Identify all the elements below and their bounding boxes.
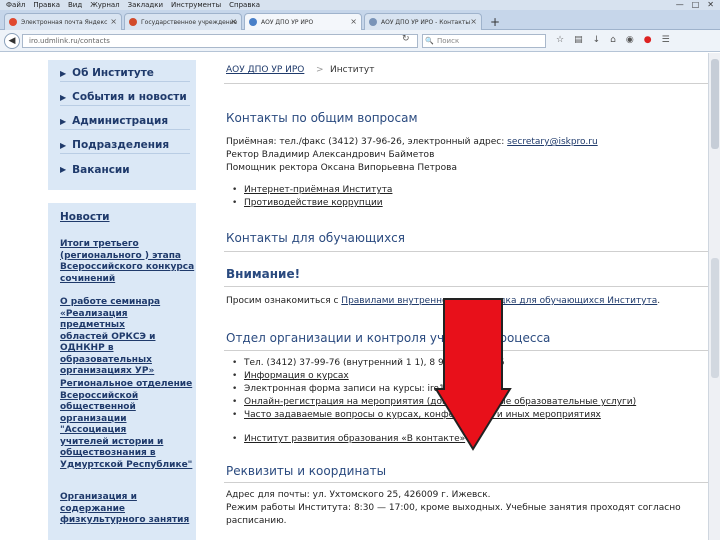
menu-view[interactable]: Вид — [68, 1, 82, 9]
window-controls: — □ ✕ — [676, 0, 714, 9]
menu-bookmarks[interactable]: Закладки — [128, 1, 163, 9]
menu-tools[interactable]: Инструменты — [171, 1, 221, 9]
sidebar-menu: ▶ Об Институте ▶ События и новости ▶ Админи… — [48, 60, 196, 190]
site-favicon-icon — [369, 18, 377, 26]
back-icon[interactable]: ◀ — [4, 33, 20, 49]
site-favicon-icon — [129, 18, 137, 26]
firefox-icon — [9, 18, 17, 26]
news-title[interactable]: Новости — [60, 211, 110, 223]
browser-window: Файл Правка Вид Журнал Закладки Инструме… — [0, 0, 720, 540]
arrow-right-icon: ▶ — [60, 92, 67, 102]
tab-close-icon[interactable]: × — [230, 17, 237, 26]
news-item[interactable]: Региональное отделение Всероссийской общ… — [60, 379, 195, 471]
navigation-toolbar: ◀ iro.udmlink.ru/contacts ↻ Поиск ☆ ▤ ↓ … — [0, 30, 720, 52]
maximize-icon[interactable]: □ — [692, 0, 700, 9]
postal-address: Адрес для почты: ул. Ухтомского 25, 4260… — [226, 490, 491, 500]
news-panel: Новости Итоги третьего (регионального ) … — [48, 203, 196, 540]
sidebar-item-label: Об Институте — [72, 67, 154, 79]
home-icon[interactable]: ⌂ — [610, 35, 616, 45]
sidebar-item-about[interactable]: ▶ Об Институте — [60, 65, 190, 82]
sidebar-item-label: События и новости — [72, 91, 187, 103]
tab-iro[interactable]: АОУ ДПО УР ИРО × — [244, 13, 362, 30]
tab-gov[interactable]: Государственное учреждение × — [124, 13, 242, 30]
news-item[interactable]: Организация и содержание физкультурного … — [60, 492, 195, 527]
sidebar-item-administration[interactable]: ▶ Администрация — [60, 113, 190, 130]
sidebar-item-vacancies[interactable]: ▶ Вакансии — [60, 161, 190, 178]
tab-label: АОУ ДПО УР ИРО — [261, 18, 314, 26]
news-item[interactable]: Итоги третьего (регионального ) этапа Вс… — [60, 239, 195, 285]
sidebar-item-departments[interactable]: ▶ Подразделения — [60, 137, 190, 154]
url-input[interactable]: iro.udmlink.ru/contacts — [22, 34, 418, 48]
menu-edit[interactable]: Правка — [33, 1, 60, 9]
assistant-text: Помощник ректора Оксана Випорьевна Петро… — [226, 163, 457, 173]
tab-iro-contacts[interactable]: АОУ ДПО УР ИРО - Контакты × — [364, 13, 482, 30]
arrow-right-icon: ▶ — [60, 140, 67, 150]
arrow-right-icon: ▶ — [60, 116, 67, 126]
tab-close-icon[interactable]: × — [350, 17, 357, 26]
breadcrumb-home[interactable]: АОУ ДПО УР ИРО — [226, 65, 304, 75]
internet-reception-link[interactable]: Интернет-приёмная Института — [232, 185, 392, 195]
breadcrumb-current: Институт — [330, 65, 375, 75]
reception-text: Приёмная: тел./факс (3412) 37-96-26, эле… — [226, 137, 598, 147]
close-window-icon[interactable]: ✕ — [707, 0, 714, 9]
download-icon[interactable]: ↓ — [593, 35, 601, 45]
tab-close-icon[interactable]: × — [470, 17, 477, 26]
minimize-icon[interactable]: — — [676, 0, 684, 9]
divider — [224, 286, 708, 287]
section-title-requisites: Реквизиты и координаты — [226, 464, 387, 478]
site-favicon-icon — [249, 18, 257, 26]
news-item[interactable]: О работе семинара «Реализация предметных… — [60, 297, 195, 378]
tab-label: Государственное учреждение — [141, 18, 238, 26]
tab-bar: Электронная почта Яндекс × Государственн… — [0, 10, 720, 30]
menu-icon[interactable]: ☰ — [662, 35, 670, 45]
divider — [224, 251, 708, 252]
search-input[interactable]: Поиск — [422, 34, 546, 48]
sidebar-item-events[interactable]: ▶ События и новости — [60, 89, 190, 106]
sidebar-item-label: Вакансии — [72, 163, 130, 176]
breadcrumb-separator: > — [316, 65, 324, 75]
anti-corruption-link[interactable]: Противодействие коррупции — [232, 198, 383, 208]
attention-title: Внимание! — [226, 267, 301, 281]
rector-text: Ректор Владимир Александрович Байметов — [226, 150, 435, 160]
scrollbar-thumb[interactable] — [711, 59, 719, 149]
addon-icon[interactable]: ● — [644, 35, 652, 45]
red-arrow-annotation — [434, 298, 512, 451]
new-tab-icon[interactable]: + — [490, 15, 500, 29]
vkontakte-link[interactable]: Институт развития образования «В контакт… — [232, 434, 465, 444]
menu-history[interactable]: Журнал — [90, 1, 119, 9]
reading-list-icon[interactable]: ▤ — [574, 35, 583, 45]
web-page: ▶ Об Институте ▶ События и новости ▶ Админи… — [0, 53, 708, 540]
working-hours: Режим работы Института: 8:30 — 17:00, кр… — [226, 503, 681, 513]
scrollbar-track-highlight — [711, 258, 719, 378]
working-hours-cont: расписанию. — [226, 516, 287, 526]
courses-info-link[interactable]: Информация о курсах — [232, 371, 349, 381]
pocket-icon[interactable]: ◉ — [626, 35, 634, 45]
menu-help[interactable]: Справка — [229, 1, 260, 9]
menu-bar: Файл Правка Вид Журнал Закладки Инструме… — [0, 0, 720, 10]
faq-link[interactable]: Часто задаваемые вопросы о курсах, конфе… — [232, 410, 601, 420]
tab-label: АОУ ДПО УР ИРО - Контакты — [381, 18, 471, 26]
email-link[interactable]: secretary@iskpro.ru — [507, 137, 598, 147]
sidebar-item-label: Подразделения — [72, 139, 170, 151]
star-icon[interactable]: ☆ — [556, 35, 564, 45]
tab-close-icon[interactable]: × — [110, 17, 117, 26]
reload-icon[interactable]: ↻ — [402, 34, 410, 44]
toolbar-icons: ☆ ▤ ↓ ⌂ ◉ ● ☰ — [556, 35, 670, 45]
menu-file[interactable]: Файл — [6, 1, 25, 9]
arrow-right-icon: ▶ — [60, 165, 67, 174]
arrow-right-icon: ▶ — [60, 68, 67, 78]
sidebar-item-label: Администрация — [72, 115, 169, 127]
section-title-students: Контакты для обучающихся — [226, 231, 405, 245]
section-title-general: Контакты по общим вопросам — [226, 111, 418, 125]
tab-yandex-mail[interactable]: Электронная почта Яндекс × — [4, 13, 122, 30]
divider — [224, 482, 708, 483]
vertical-scrollbar[interactable] — [708, 53, 720, 540]
divider — [224, 83, 708, 84]
tab-label: Электронная почта Яндекс — [21, 18, 108, 26]
